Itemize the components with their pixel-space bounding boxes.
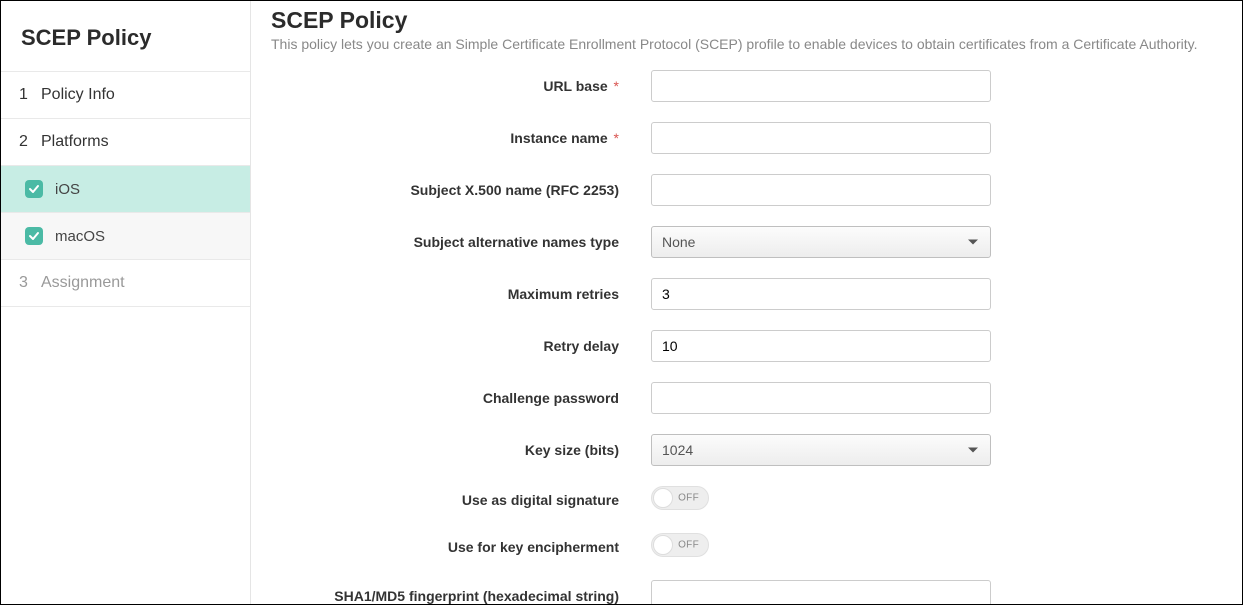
input-url-base[interactable] <box>651 70 991 102</box>
step-number: 1 <box>19 86 37 104</box>
sidebar-item-label: iOS <box>55 181 80 198</box>
row-url-base: URL base * <box>271 70 1222 102</box>
row-fingerprint: SHA1/MD5 fingerprint (hexadecimal string… <box>271 580 1222 604</box>
select-value: None <box>662 234 695 250</box>
label-max-retries: Maximum retries <box>271 286 651 302</box>
label-fingerprint: SHA1/MD5 fingerprint (hexadecimal string… <box>271 588 651 604</box>
label-challenge-password: Challenge password <box>271 390 651 406</box>
main-content: SCEP Policy This policy lets you create … <box>251 1 1242 604</box>
row-key-encipherment: Use for key encipherment OFF <box>271 533 1222 560</box>
toggle-state-label: OFF <box>678 493 699 504</box>
sidebar-step-platforms[interactable]: 2 Platforms <box>1 119 250 166</box>
toggle-digital-signature[interactable]: OFF <box>651 486 709 510</box>
page-description: This policy lets you create an Simple Ce… <box>271 36 1222 52</box>
row-max-retries: Maximum retries <box>271 278 1222 310</box>
input-retry-delay[interactable] <box>651 330 991 362</box>
sidebar-item-macos[interactable]: macOS <box>1 213 250 260</box>
row-retry-delay: Retry delay <box>271 330 1222 362</box>
sidebar: SCEP Policy 1 Policy Info 2 Platforms iO… <box>1 1 251 604</box>
sidebar-title: SCEP Policy <box>1 1 250 72</box>
page-title: SCEP Policy <box>271 7 1222 34</box>
sidebar-step-policy-info[interactable]: 1 Policy Info <box>1 72 250 119</box>
select-key-size[interactable]: 1024 <box>651 434 991 466</box>
label-instance-name: Instance name * <box>271 130 651 146</box>
toggle-key-encipherment[interactable]: OFF <box>651 533 709 557</box>
sidebar-item-label: macOS <box>55 228 105 245</box>
label-digital-signature: Use as digital signature <box>271 492 651 508</box>
step-label: Platforms <box>41 133 109 151</box>
select-value: 1024 <box>662 442 693 458</box>
input-challenge-password[interactable] <box>651 382 991 414</box>
label-subject-x500: Subject X.500 name (RFC 2253) <box>271 182 651 198</box>
input-subject-x500[interactable] <box>651 174 991 206</box>
chevron-down-icon <box>968 240 978 245</box>
select-san-type[interactable]: None <box>651 226 991 258</box>
sidebar-item-ios[interactable]: iOS <box>1 166 250 213</box>
row-instance-name: Instance name * <box>271 122 1222 154</box>
step-label: Assignment <box>41 274 125 292</box>
toggle-state-label: OFF <box>678 540 699 551</box>
sidebar-step-assignment[interactable]: 3 Assignment <box>1 260 250 307</box>
required-marker: * <box>614 78 619 94</box>
input-fingerprint[interactable] <box>651 580 991 604</box>
input-instance-name[interactable] <box>651 122 991 154</box>
row-challenge-password: Challenge password <box>271 382 1222 414</box>
label-retry-delay: Retry delay <box>271 338 651 354</box>
row-subject-x500: Subject X.500 name (RFC 2253) <box>271 174 1222 206</box>
row-san-type: Subject alternative names type None <box>271 226 1222 258</box>
label-san-type: Subject alternative names type <box>271 234 651 250</box>
step-label: Policy Info <box>41 86 115 104</box>
checkbox-checked-icon <box>25 227 43 245</box>
step-number: 2 <box>19 133 37 151</box>
chevron-down-icon <box>968 448 978 453</box>
step-number: 3 <box>19 274 37 292</box>
row-key-size: Key size (bits) 1024 <box>271 434 1222 466</box>
label-key-size: Key size (bits) <box>271 442 651 458</box>
input-max-retries[interactable] <box>651 278 991 310</box>
app-container: SCEP Policy 1 Policy Info 2 Platforms iO… <box>0 0 1243 605</box>
toggle-knob <box>653 535 673 555</box>
required-marker: * <box>614 130 619 146</box>
row-digital-signature: Use as digital signature OFF <box>271 486 1222 513</box>
checkbox-checked-icon <box>25 180 43 198</box>
toggle-knob <box>653 488 673 508</box>
label-key-encipherment: Use for key encipherment <box>271 539 651 555</box>
label-url-base: URL base * <box>271 78 651 94</box>
